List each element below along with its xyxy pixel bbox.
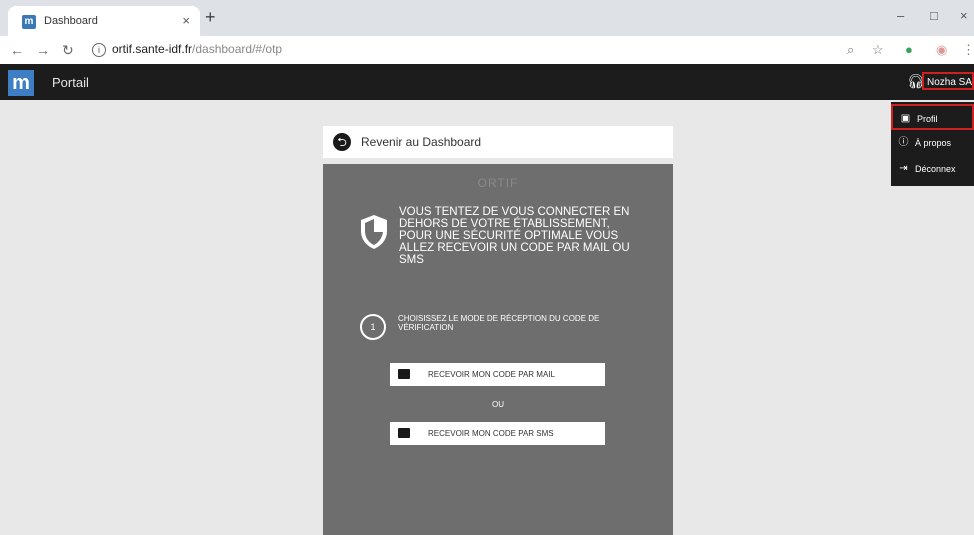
tab-close-icon[interactable]: × [182,13,190,28]
menu-item-label: Profil [917,114,938,124]
receive-code-sms-button[interactable]: RECEVOIR MON CODE PAR SMS [390,422,605,445]
back-label: Revenir au Dashboard [361,135,482,149]
user-menu-button[interactable]: Nozha SALH [922,72,974,90]
logout-icon: ⇥ [899,163,908,174]
menu-item-label: Déconnex [915,164,956,174]
back-to-dashboard-link[interactable]: ⮌ Revenir au Dashboard [323,126,673,158]
browser-tab[interactable]: m Dashboard × [8,6,200,36]
envelope-icon [398,369,410,379]
minimize-button[interactable]: – [897,8,904,23]
profile-avatar-icon[interactable]: ◉ [936,42,947,58]
extension-icon[interactable]: ● [905,42,913,57]
ortif-logo: ORTIF [477,176,519,190]
sms-button-label: RECEVOIR MON CODE PAR SMS [428,429,554,438]
maximize-button[interactable]: □ [930,8,938,23]
address-bar-row: ← → ↻ i ortif.sante-idf.fr/dashboard/#/ot… [0,36,974,65]
mail-button-label: RECEVOIR MON CODE PAR MAIL [428,370,555,379]
shield-icon [361,215,387,249]
favicon-icon: m [22,15,36,29]
app-header: m Portail 🎧︎ Nozha SALH [0,64,974,100]
browser-menu-icon[interactable]: ⋮ [962,42,974,58]
reload-icon[interactable]: ↻ [62,42,74,59]
step-number: 1 [360,314,386,340]
forward-nav-icon[interactable]: → [36,42,50,58]
back-arrow-icon: ⮌ [333,133,351,151]
step-instruction: CHOISISSEZ LE MODE DE RÉCEPTION DU CODE … [398,314,600,332]
user-card-icon: ▣ [900,113,911,124]
user-dropdown-menu: ▣ Profil ⓘ À propos ⇥ Déconnex [891,102,974,186]
url-path: /dashboard/#/otp [192,42,283,56]
url-host: ortif.sante-idf.fr [112,42,193,56]
tab-title: Dashboard [44,15,98,27]
info-icon: ⓘ [898,137,909,148]
sms-message-icon [398,428,410,438]
browser-tab-strip: m Dashboard × + – □ × [0,0,974,36]
receive-code-mail-button[interactable]: RECEVOIR MON CODE PAR MAIL [390,363,605,386]
close-window-button[interactable]: × [960,8,968,23]
security-warning: VOUS TENTEZ DE VOUS CONNECTER EN DEHORS … [399,206,630,266]
menu-item-a-propos[interactable]: ⓘ À propos [891,130,974,156]
menu-item-profil[interactable]: ▣ Profil [891,104,974,130]
app-logo[interactable]: m [8,70,34,96]
zoom-icon[interactable]: ⌕ [847,42,854,58]
menu-item-deconnexion[interactable]: ⇥ Déconnex [891,156,974,182]
otp-panel: ORTIF VOUS TENTEZ DE VOUS CONNECTER EN D… [323,164,673,535]
or-separator: OU [492,400,504,409]
site-info-icon[interactable]: i [92,43,106,57]
bookmark-star-icon[interactable]: ☆ [872,42,884,58]
back-nav-icon[interactable]: ← [10,42,24,58]
app-title[interactable]: Portail [52,75,89,90]
url-field[interactable]: i ortif.sante-idf.fr/dashboard/#/otp [92,42,282,57]
new-tab-button[interactable]: + [205,7,216,28]
menu-item-label: À propos [915,138,952,148]
